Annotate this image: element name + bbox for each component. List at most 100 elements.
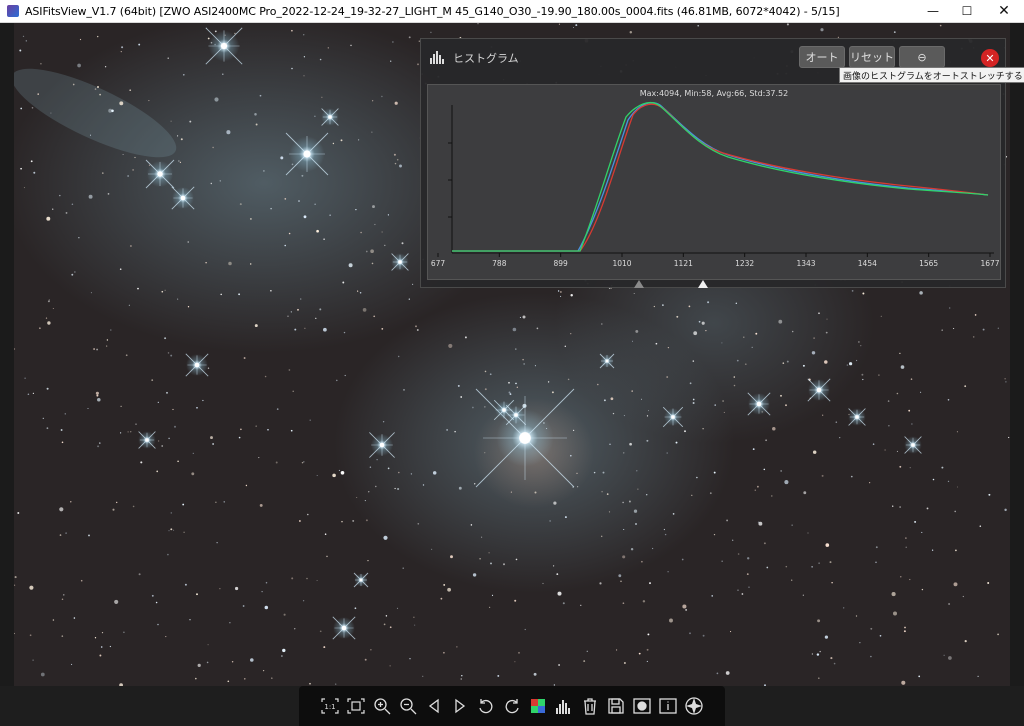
star (586, 650, 588, 652)
rotate-left-icon[interactable] (473, 693, 499, 719)
star (394, 101, 398, 105)
star (549, 520, 551, 522)
stretch-icon[interactable] (629, 693, 655, 719)
fit-width-icon[interactable]: 1:1 (317, 693, 343, 719)
star (114, 599, 119, 604)
star (315, 317, 317, 319)
debayer-icon[interactable] (525, 693, 551, 719)
star (316, 474, 318, 477)
star (811, 566, 813, 568)
save-icon[interactable] (603, 693, 629, 719)
histogram-plot[interactable]: Max:4094, Min:58, Avg:66, Std:37.52 677 7… (427, 84, 1001, 280)
star (891, 592, 896, 597)
close-button[interactable]: ✕ (984, 0, 1024, 23)
star (669, 618, 673, 623)
star (623, 662, 626, 664)
star (698, 320, 701, 323)
star (78, 237, 80, 239)
x-axis-tick-label: 899 (554, 259, 569, 268)
star (227, 680, 230, 683)
star (672, 513, 675, 515)
zoom-reset-button[interactable]: ⊖ (899, 46, 945, 68)
star (931, 549, 934, 551)
star (112, 508, 115, 511)
star (219, 588, 221, 590)
star (195, 677, 197, 680)
rotate-right-icon[interactable] (499, 693, 525, 719)
star (240, 428, 242, 431)
star (534, 365, 536, 367)
info-icon[interactable] (655, 693, 681, 719)
star (735, 302, 737, 304)
delete-icon[interactable] (577, 693, 603, 719)
next-icon[interactable] (447, 693, 473, 719)
star (130, 431, 132, 433)
star (417, 522, 420, 525)
star (215, 501, 217, 503)
star (316, 229, 319, 233)
star-core (180, 195, 186, 201)
star (87, 407, 89, 410)
star (744, 363, 747, 366)
histogram-icon[interactable] (551, 693, 577, 719)
previous-icon[interactable] (421, 693, 447, 719)
star (697, 24, 699, 27)
star (610, 397, 614, 401)
minimize-button[interactable]: — (916, 0, 950, 23)
star (173, 529, 175, 531)
star (900, 365, 905, 369)
star (553, 501, 557, 505)
star (416, 329, 419, 331)
star (602, 471, 605, 474)
star (597, 383, 599, 386)
star (29, 634, 32, 637)
star (947, 399, 950, 401)
star (904, 626, 906, 629)
star (47, 321, 51, 325)
fit-window-icon[interactable] (343, 693, 369, 719)
star (477, 23, 479, 25)
star (503, 563, 505, 566)
star (352, 519, 355, 522)
reset-button[interactable]: リセット (849, 46, 895, 68)
star (59, 194, 61, 197)
black-point-slider[interactable] (633, 279, 645, 289)
star (714, 404, 716, 406)
auto-button[interactable]: オート (799, 46, 845, 68)
white-point-slider[interactable] (697, 279, 709, 289)
star (1004, 508, 1007, 512)
star (878, 374, 880, 376)
star (721, 342, 723, 344)
star (875, 561, 877, 564)
star-core (855, 415, 859, 419)
histogram-close-button[interactable]: ✕ (981, 49, 999, 67)
star (243, 357, 246, 359)
window-title: ASIFitsView_V1.7 (64bit) [ZWO ASI2400MC … (25, 4, 840, 18)
star (508, 391, 511, 394)
star-core (341, 625, 347, 631)
star (321, 96, 323, 98)
star (564, 345, 566, 347)
star (59, 507, 64, 512)
star (392, 41, 394, 43)
image-viewport[interactable]: ヒストグラム オート リセット ⊖ ✕ 画像のヒストグラムをオートストレッチする… (0, 23, 1024, 686)
star (737, 589, 739, 591)
star (962, 595, 964, 598)
star (60, 429, 63, 431)
zoom-in-icon[interactable] (369, 693, 395, 719)
star (879, 634, 882, 637)
star-detect-icon[interactable] (681, 693, 707, 719)
maximize-button[interactable]: ☐ (950, 0, 984, 23)
x-axis-tick-label: 1121 (674, 259, 693, 268)
star (746, 573, 749, 575)
star (399, 164, 402, 168)
star-core (303, 150, 311, 158)
star (71, 273, 74, 276)
star (40, 62, 42, 65)
star (647, 633, 650, 636)
star (376, 459, 378, 461)
star (290, 311, 292, 313)
star (202, 399, 204, 402)
star (843, 607, 845, 609)
zoom-out-icon[interactable] (395, 693, 421, 719)
